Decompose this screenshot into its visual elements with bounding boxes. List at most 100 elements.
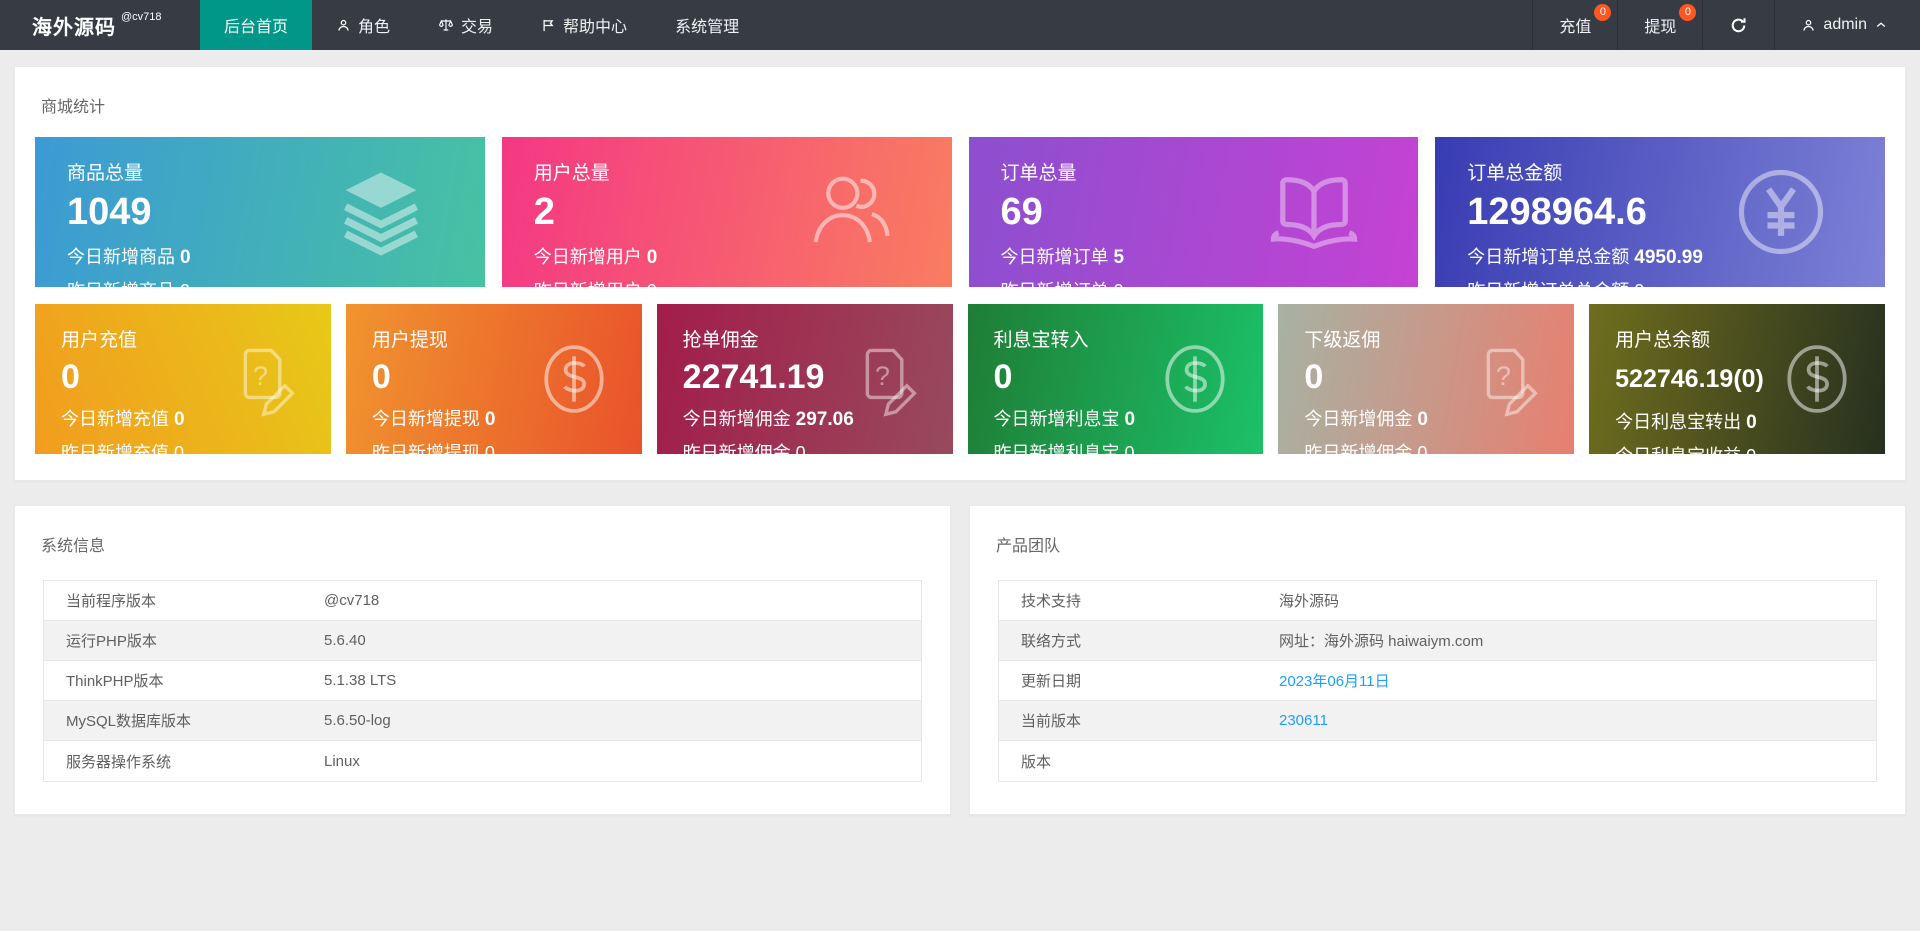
row-label: MySQL数据库版本 xyxy=(66,713,192,730)
product-team-table: 技术支持 海外源码 联络方式 网址：海外源码 haiwaiym.com 更新日期… xyxy=(998,580,1877,782)
svg-text:?: ? xyxy=(875,361,890,391)
table-row: 版本 xyxy=(999,741,1876,781)
mall-stats-panel: 商城统计 商品总量 1049 今日新增商品0 昨日新增商品0 用户总量 2 今日… xyxy=(14,66,1906,481)
card-yesterday-line: 昨日新增利息宝 0 xyxy=(993,443,1135,454)
system-info-panel: 系统信息 当前程序版本 @cv718 运行PHP版本 5.6.40 ThinkP… xyxy=(14,505,951,815)
main-menu: 后台首页 角色 交易 帮助中心 系统管理 xyxy=(200,0,763,50)
bottom-panels: 系统信息 当前程序版本 @cv718 运行PHP版本 5.6.40 ThinkP… xyxy=(14,505,1906,855)
main-content: 商城统计 商品总量 1049 今日新增商品0 昨日新增商品0 用户总量 2 今日… xyxy=(0,50,1920,855)
person-icon xyxy=(336,18,351,33)
table-row: MySQL数据库版本 5.6.50-log xyxy=(44,701,921,741)
nav-item-trade[interactable]: 交易 xyxy=(414,0,517,50)
order-total-card: 订单总量 69 今日新增订单5 昨日新增订单0 xyxy=(968,137,1419,287)
row-label: 运行PHP版本 xyxy=(66,633,157,650)
stat-cards-row2: 用户充值 0 今日新增充值 0 昨日新增充值 0 ? 用户提现 0 今日新增提现 0 … xyxy=(35,304,1885,454)
svg-text:?: ? xyxy=(1496,361,1511,391)
yen-circle-icon xyxy=(1738,169,1824,255)
nav-item-system[interactable]: 系统管理 xyxy=(651,0,763,50)
dollar-circle-icon xyxy=(1787,345,1847,413)
table-row: 当前版本 230611 xyxy=(999,701,1876,741)
table-row: ThinkPHP版本 5.1.38 LTS xyxy=(44,661,921,701)
nav-item-role[interactable]: 角色 xyxy=(312,0,414,50)
card-yesterday-line: 昨日新增佣金 0 xyxy=(682,443,806,454)
order-amount-card: 订单总金额 1298964.6 今日新增订单总金额4950.99 昨日新增订单总… xyxy=(1435,137,1885,287)
navbar-right: 充值 0 提现 0 admin xyxy=(1532,0,1920,50)
current-version-link[interactable]: 230611 xyxy=(1279,712,1876,729)
row-label: 当前版本 xyxy=(1021,713,1082,730)
brand-name: 海外源码 xyxy=(32,16,116,39)
recharge-button[interactable]: 充值 0 xyxy=(1532,0,1617,50)
doc-question-pencil-icon: ? xyxy=(243,348,295,417)
card-yesterday-line: 今日利息宝收益0 xyxy=(1615,442,1885,455)
user-recharge-card: 用户充值 0 今日新增充值 0 昨日新增充值 0 ? xyxy=(35,304,331,454)
mall-stats-title: 商城统计 xyxy=(41,99,106,116)
refresh-button[interactable] xyxy=(1702,0,1774,50)
user-balance-card: 用户总余额 522746.19(0) 今日利息宝转出0 今日利息宝收益0 xyxy=(1589,304,1885,454)
row-value: 网址：海外源码 haiwaiym.com xyxy=(1279,633,1484,650)
flag-icon xyxy=(541,18,556,33)
table-row: 当前程序版本 @cv718 xyxy=(44,581,921,621)
interest-in-card: 利息宝转入 0 今日新增利息宝 0 昨日新增利息宝 0 xyxy=(967,304,1264,454)
card-yesterday-line: 昨日新增充值 0 xyxy=(61,443,185,454)
row-label: 更新日期 xyxy=(1021,673,1082,690)
recharge-badge: 0 xyxy=(1594,4,1612,21)
table-row: 服务器操作系统 Linux xyxy=(44,741,921,781)
user-total-card: 用户总量 2 今日新增用户0 昨日新增用户0 xyxy=(501,137,952,287)
table-row: 更新日期 2023年06月11日 xyxy=(999,661,1876,701)
stat-cards-row1: 商品总量 1049 今日新增商品0 昨日新增商品0 用户总量 2 今日新增用户0… xyxy=(35,137,1885,287)
card-yesterday-line: 昨日新增用户0 xyxy=(534,277,952,287)
sub-rebate-card: 下级返佣 0 今日新增佣金 0 昨日新增佣金 0 ? xyxy=(1278,304,1575,454)
card-yesterday-line: 昨日新增佣金 0 xyxy=(1304,443,1428,454)
product-team-title: 产品团队 xyxy=(996,538,1061,555)
refresh-icon xyxy=(1729,16,1748,35)
row-value: 5.1.38 LTS xyxy=(324,672,397,689)
table-row: 技术支持 海外源码 xyxy=(999,581,1876,621)
row-value: 海外源码 xyxy=(1279,593,1340,610)
row-value: 5.6.40 xyxy=(324,632,366,649)
system-info-title: 系统信息 xyxy=(41,538,106,555)
scales-icon xyxy=(438,17,454,33)
layers-icon xyxy=(343,172,418,256)
person-icon xyxy=(1801,18,1816,33)
withdraw-button[interactable]: 提现 0 xyxy=(1617,0,1702,50)
dollar-circle-icon xyxy=(1165,345,1225,413)
table-row: 联络方式 网址：海外源码 haiwaiym.com xyxy=(999,621,1876,661)
user-dropdown[interactable]: admin xyxy=(1774,0,1920,50)
row-value: @cv718 xyxy=(324,592,380,609)
card-yesterday-line: 昨日新增订单总金额0 xyxy=(1467,277,1885,287)
product-team-panel: 产品团队 技术支持 海外源码 联络方式 网址：海外源码 haiwaiym.com… xyxy=(969,505,1906,815)
row-label: 当前程序版本 xyxy=(66,593,157,610)
withdraw-label: 提现 xyxy=(1644,19,1677,36)
nav-item-help[interactable]: 帮助中心 xyxy=(517,0,651,50)
brand-version: @cv718 xyxy=(121,11,162,23)
doc-question-pencil-icon: ? xyxy=(865,348,917,417)
withdraw-badge: 0 xyxy=(1679,4,1697,21)
row-label: ThinkPHP版本 xyxy=(66,673,164,690)
table-row: 运行PHP版本 5.6.40 xyxy=(44,621,921,661)
row-label: 服务器操作系统 xyxy=(66,753,172,771)
card-yesterday-line: 昨日新增订单0 xyxy=(1001,277,1419,287)
brand-logo[interactable]: 海外源码 @cv718 xyxy=(0,0,200,50)
row-value: 5.6.50-log xyxy=(324,712,391,729)
username: admin xyxy=(1823,16,1867,33)
nav-item-label: 后台首页 xyxy=(224,19,289,36)
nav-item-label: 交易 xyxy=(461,19,494,36)
recharge-label: 充值 xyxy=(1559,19,1592,36)
user-withdraw-card: 用户提现 0 今日新增提现 0 昨日新增提现 0 xyxy=(345,304,642,454)
top-navbar: 海外源码 @cv718 后台首页 角色 交易 帮助中心 系统管理 充值 0 提现… xyxy=(0,0,1920,50)
row-label: 技术支持 xyxy=(1021,593,1082,610)
nav-item-label: 系统管理 xyxy=(675,19,740,36)
row-label: 联络方式 xyxy=(1021,633,1082,650)
system-info-table: 当前程序版本 @cv718 运行PHP版本 5.6.40 ThinkPHP版本 … xyxy=(43,580,922,782)
row-value: Linux xyxy=(324,752,360,770)
nav-item-home[interactable]: 后台首页 xyxy=(200,0,313,50)
row-label: 版本 xyxy=(1021,753,1052,771)
order-commission-card: 抢单佣金 22741.19 今日新增佣金 297.06 昨日新增佣金 0 ? xyxy=(656,304,953,454)
doc-question-pencil-icon: ? xyxy=(1486,348,1538,417)
update-date-link[interactable]: 2023年06月11日 xyxy=(1279,670,1876,691)
nav-item-label: 帮助中心 xyxy=(563,19,628,36)
dollar-circle-icon xyxy=(544,345,604,413)
chevron-up-icon xyxy=(1874,18,1888,32)
svg-text:?: ? xyxy=(253,361,268,391)
book-icon xyxy=(1271,177,1358,250)
